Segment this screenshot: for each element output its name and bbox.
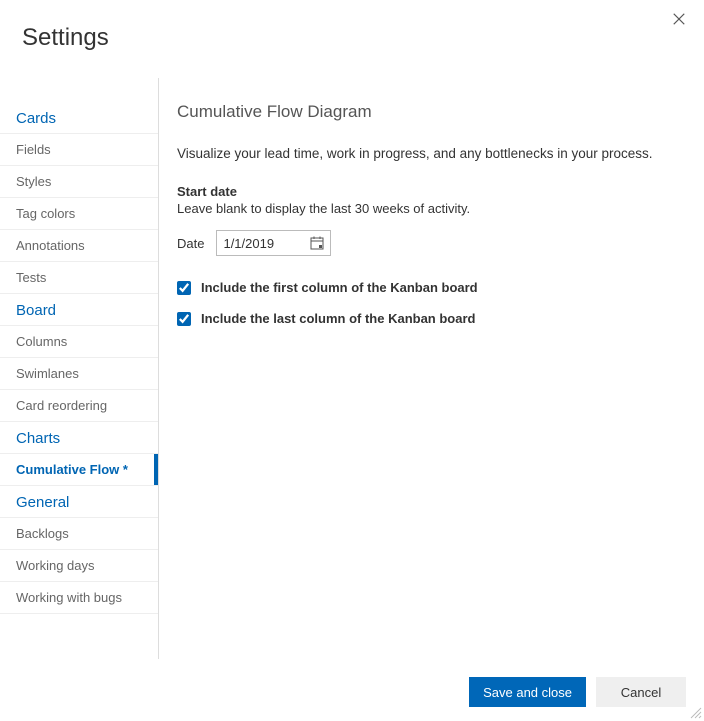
cancel-button[interactable]: Cancel bbox=[596, 677, 686, 707]
date-field-label: Date bbox=[177, 236, 204, 251]
settings-dialog: Settings Cards Fields Styles Tag colors … bbox=[0, 0, 704, 721]
sidebar-section-charts: Charts bbox=[0, 422, 158, 453]
save-and-close-button[interactable]: Save and close bbox=[469, 677, 586, 707]
content-description: Visualize your lead time, work in progre… bbox=[177, 144, 686, 164]
sidebar-item-working-days[interactable]: Working days bbox=[0, 549, 158, 581]
sidebar-item-annotations[interactable]: Annotations bbox=[0, 229, 158, 261]
resize-grip-icon[interactable] bbox=[688, 705, 702, 719]
sidebar-item-tests[interactable]: Tests bbox=[0, 261, 158, 294]
calendar-icon[interactable] bbox=[310, 236, 324, 250]
date-field[interactable] bbox=[216, 230, 331, 256]
settings-sidebar: Cards Fields Styles Tag colors Annotatio… bbox=[0, 78, 159, 659]
sidebar-section-cards: Cards bbox=[0, 104, 158, 133]
sidebar-item-swimlanes[interactable]: Swimlanes bbox=[0, 357, 158, 389]
include-first-column-label: Include the first column of the Kanban b… bbox=[201, 280, 478, 295]
include-last-column-checkbox[interactable] bbox=[177, 312, 191, 326]
start-date-hint: Leave blank to display the last 30 weeks… bbox=[177, 201, 686, 216]
start-date-label: Start date bbox=[177, 184, 686, 199]
sidebar-item-fields[interactable]: Fields bbox=[0, 133, 158, 165]
date-input[interactable] bbox=[223, 236, 301, 251]
sidebar-item-working-with-bugs[interactable]: Working with bugs bbox=[0, 581, 158, 614]
dialog-title: Settings bbox=[22, 24, 109, 52]
sidebar-item-columns[interactable]: Columns bbox=[0, 325, 158, 357]
include-first-column-checkbox[interactable] bbox=[177, 281, 191, 295]
sidebar-item-card-reordering[interactable]: Card reordering bbox=[0, 389, 158, 422]
sidebar-section-general: General bbox=[0, 486, 158, 517]
close-icon[interactable] bbox=[672, 12, 686, 30]
sidebar-section-board: Board bbox=[0, 294, 158, 325]
sidebar-item-styles[interactable]: Styles bbox=[0, 165, 158, 197]
sidebar-item-tag-colors[interactable]: Tag colors bbox=[0, 197, 158, 229]
sidebar-item-backlogs[interactable]: Backlogs bbox=[0, 517, 158, 549]
settings-content: Cumulative Flow Diagram Visualize your l… bbox=[159, 78, 704, 659]
content-heading: Cumulative Flow Diagram bbox=[177, 102, 686, 122]
include-last-column-label: Include the last column of the Kanban bo… bbox=[201, 311, 475, 326]
sidebar-item-cumulative-flow[interactable]: Cumulative Flow * bbox=[0, 453, 158, 486]
